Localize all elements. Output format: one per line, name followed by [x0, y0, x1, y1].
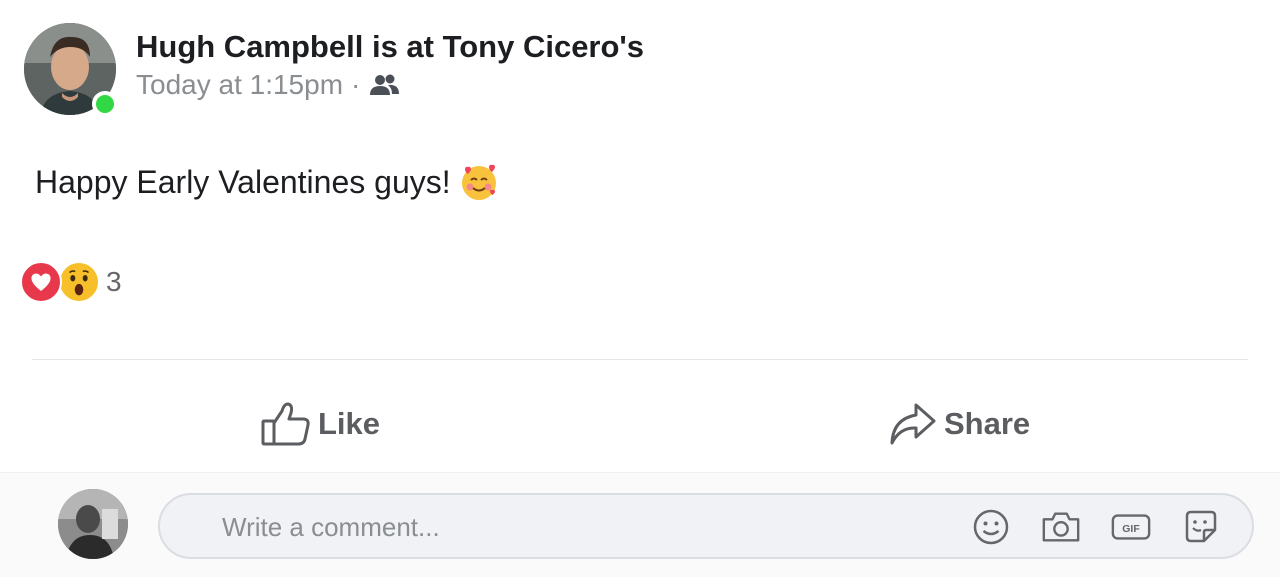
post-author-line[interactable]: Hugh Campbell is at Tony Cicero's [136, 29, 644, 65]
meta-separator: · [351, 69, 361, 100]
current-user-avatar[interactable] [58, 489, 128, 559]
smiling-face-with-hearts-icon [459, 162, 499, 202]
friends-icon[interactable] [368, 73, 400, 97]
online-status-indicator [92, 91, 118, 117]
thumbs-up-icon [261, 402, 310, 446]
comment-box[interactable]: GIF [158, 493, 1254, 559]
post-body: Happy Early Valentines guys! [35, 162, 499, 202]
post-timestamp[interactable]: Today at 1:15pm [136, 69, 343, 101]
wow-reaction-icon [58, 261, 100, 303]
comment-composer: GIF [0, 472, 1280, 577]
share-button[interactable]: Share [888, 398, 1030, 450]
comment-tools: GIF [970, 509, 1222, 545]
reactions-summary[interactable]: 3 [20, 260, 122, 304]
camera-icon[interactable] [1040, 509, 1082, 545]
divider [32, 359, 1248, 360]
reaction-count: 3 [106, 266, 122, 297]
author-avatar-wrap[interactable] [24, 23, 118, 117]
share-label: Share [944, 406, 1031, 441]
like-button[interactable]: Like [260, 398, 380, 450]
emoji-icon[interactable] [970, 509, 1012, 545]
svg-text:GIF: GIF [1122, 523, 1140, 535]
post-header: Hugh Campbell is at Tony Cicero's Today … [24, 23, 724, 117]
comment-input[interactable] [222, 509, 922, 545]
post-body-text: Happy Early Valentines guys! [35, 163, 451, 200]
sticker-icon[interactable] [1180, 509, 1222, 545]
love-reaction-icon [20, 261, 62, 303]
post-meta: Today at 1:15pm · [136, 69, 400, 101]
share-arrow-icon [890, 403, 936, 445]
like-label: Like [318, 406, 381, 441]
gif-icon[interactable]: GIF [1110, 509, 1152, 545]
